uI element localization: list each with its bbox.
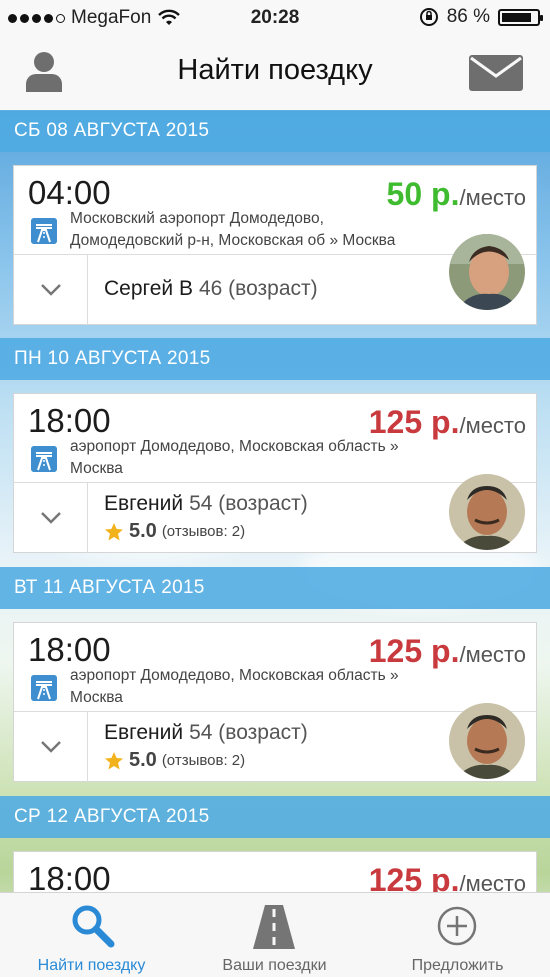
driver-avatar[interactable]: [449, 703, 525, 779]
driver-rating: 5.0 (отзывов: 2): [104, 520, 245, 543]
search-icon: [72, 905, 115, 948]
departure-time: 18:00: [28, 402, 111, 439]
highway-icon: [31, 675, 57, 701]
route-line-2: Москва: [70, 460, 123, 477]
departure-time: 18:00: [28, 631, 111, 668]
price: 125 р./место: [369, 862, 526, 892]
route-line-2: Домодедовский р-н, Московская об » Москв…: [70, 232, 396, 249]
star-icon: [105, 522, 123, 540]
tab-label: Предложить: [411, 957, 504, 974]
route-line-1: Московский аэропорт Домодедово,: [70, 210, 324, 227]
trip-card[interactable]: 04:00 50 р./место Московский аэропорт До…: [13, 165, 537, 325]
route-line-1: аэропорт Домодедово, Московская область …: [70, 438, 399, 455]
tab-label: Найти поездку: [37, 957, 146, 974]
highway-icon: [31, 446, 57, 472]
expand-button[interactable]: [14, 255, 88, 325]
road-icon: [253, 905, 295, 949]
date-header: ПН 10 АВГУСТА 2015: [0, 338, 550, 380]
price-unit: /место: [459, 185, 526, 210]
route-line-1: аэропорт Домодедово, Московская область …: [70, 667, 399, 684]
battery-percent: 86 %: [446, 6, 490, 27]
battery-icon: [498, 8, 543, 26]
navigation-bar: Найти поездку: [0, 36, 550, 111]
driver-name: Сергей В: [104, 277, 193, 300]
price-unit: /место: [459, 871, 526, 892]
tab-label: Ваши поездки: [222, 957, 327, 974]
tab-your-trips[interactable]: Ваши поездки: [183, 893, 366, 977]
rating-score: 5.0: [129, 749, 157, 771]
divider: [14, 482, 536, 483]
expand-button[interactable]: [14, 712, 88, 782]
rating-score: 5.0: [129, 520, 157, 542]
trip-card[interactable]: 18:00 125 р./место аэропорт Домодедово, …: [13, 393, 537, 553]
star-icon: [105, 751, 123, 769]
driver-info: Евгений 54 (возраст): [104, 492, 308, 516]
review-count: (отзывов: 2): [161, 523, 246, 540]
route-line-2: Москва: [70, 689, 123, 706]
chevron-down-icon: [40, 512, 61, 524]
tab-bar: Найти поездку Ваши поездки Предложить: [0, 892, 550, 977]
chevron-down-icon: [40, 741, 61, 753]
price-value: 125 р.: [368, 633, 460, 669]
price-value: 50 р.: [386, 176, 460, 212]
mail-icon[interactable]: [468, 54, 524, 92]
status-bar: MegaFon 20:28 86 %: [0, 0, 550, 36]
plus-circle-icon: [437, 906, 477, 946]
departure-time: 18:00: [28, 860, 111, 892]
driver-info: Сергей В 46 (возраст): [104, 277, 318, 301]
driver-name: Евгений: [104, 721, 184, 744]
price: 50 р./место: [387, 176, 526, 213]
date-header: ВТ 11 АВГУСТА 2015: [0, 567, 550, 609]
driver-age: 54 (возраст): [189, 721, 308, 744]
date-header: СР 12 АВГУСТА 2015: [0, 796, 550, 838]
chevron-down-icon: [40, 284, 61, 296]
departure-time: 04:00: [28, 174, 111, 211]
trip-list[interactable]: СБ 08 АВГУСТА 2015 04:00 50 р./место Мос…: [0, 110, 550, 892]
trip-card[interactable]: 18:00 125 р./место: [13, 851, 537, 892]
tab-offer[interactable]: Предложить: [366, 893, 549, 977]
driver-name: Евгений: [104, 492, 184, 515]
highway-icon: [31, 218, 57, 244]
divider: [14, 711, 536, 712]
expand-button[interactable]: [14, 483, 88, 553]
trip-card[interactable]: 18:00 125 р./место аэропорт Домодедово, …: [13, 622, 537, 782]
driver-rating: 5.0 (отзывов: 2): [104, 749, 245, 772]
date-header: СБ 08 АВГУСТА 2015: [0, 110, 550, 152]
price-unit: /место: [459, 642, 526, 667]
driver-info: Евгений 54 (возраст): [104, 721, 308, 745]
driver-avatar[interactable]: [449, 234, 525, 310]
driver-age: 54 (возраст): [189, 492, 308, 515]
price-unit: /место: [459, 413, 526, 438]
price-value: 125 р.: [368, 862, 460, 892]
driver-avatar[interactable]: [449, 474, 525, 550]
price-value: 125 р.: [368, 404, 460, 440]
review-count: (отзывов: 2): [161, 752, 246, 769]
orientation-lock-icon: [419, 8, 438, 26]
driver-age: 46 (возраст): [198, 277, 318, 300]
tab-find-trip[interactable]: Найти поездку: [0, 893, 183, 977]
